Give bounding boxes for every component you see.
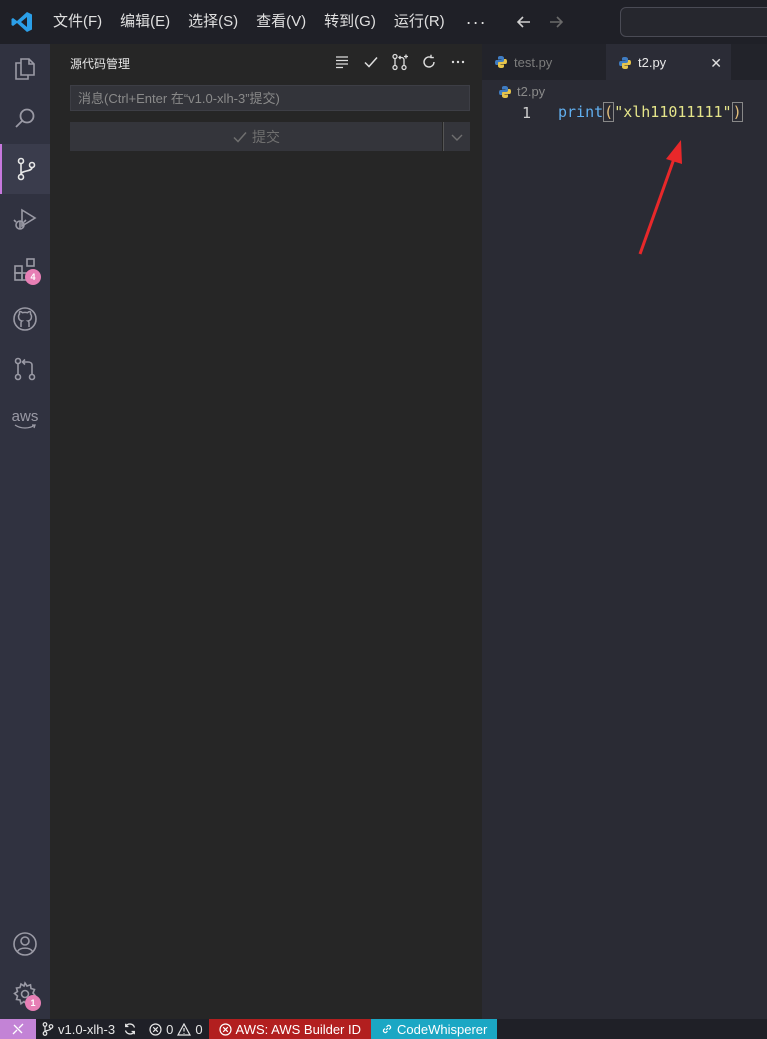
commit-dropdown-button[interactable] [443, 122, 470, 151]
navigation-arrows [515, 13, 565, 31]
extensions-icon[interactable]: 4 [0, 244, 50, 294]
menu-go[interactable]: 转到(G) [315, 0, 385, 44]
tab-test-py[interactable]: test.py [482, 44, 606, 80]
code-editor[interactable]: t2.py 1 print("xlh11011111") [482, 80, 767, 1019]
more-actions-icon[interactable] [448, 52, 468, 72]
error-icon [218, 1022, 232, 1036]
commit-check-icon [232, 129, 248, 145]
explorer-icon[interactable] [0, 44, 50, 94]
editor-tabs: test.py t2.py ✕ [482, 44, 767, 80]
view-as-list-icon[interactable] [332, 52, 352, 72]
error-count: 0 [166, 1021, 174, 1037]
create-pull-request-icon[interactable] [390, 52, 410, 72]
branch-indicator[interactable]: v1.0-xlh-3 [36, 1019, 143, 1039]
accounts-icon[interactable] [0, 919, 50, 969]
warning-icon [177, 1022, 192, 1036]
source-control-icon[interactable] [0, 144, 50, 194]
commit-button[interactable]: 提交 [70, 122, 443, 151]
forward-arrow-icon[interactable] [547, 13, 565, 31]
menu-bar: 文件(F) 编辑(E) 选择(S) 查看(V) 转到(G) 运行(R) ··· [44, 0, 499, 44]
title-bar: 文件(F) 编辑(E) 选择(S) 查看(V) 转到(G) 运行(R) ··· [0, 0, 767, 44]
codewhisperer-label: CodeWhisperer [397, 1021, 488, 1037]
settings-gear-icon[interactable]: 1 [0, 969, 50, 1019]
activity-bar: 4 aws 1 [0, 44, 50, 1019]
panel-actions [332, 52, 468, 72]
back-arrow-icon[interactable] [515, 13, 533, 31]
command-center-search[interactable] [620, 7, 767, 37]
warning-count: 0 [195, 1021, 203, 1037]
source-control-panel: 源代码管理 提交 [50, 44, 482, 1019]
status-bar: v1.0-xlh-3 0 0 AWS: AWS Builder ID CodeW… [0, 1019, 767, 1039]
run-debug-icon[interactable] [0, 194, 50, 244]
settings-badge: 1 [25, 995, 41, 1011]
aws-label: aws [11, 407, 39, 425]
extensions-badge: 4 [25, 269, 41, 285]
annotation-arrow-icon [638, 140, 682, 255]
menu-run[interactable]: 运行(R) [385, 0, 454, 44]
branch-name: v1.0-xlh-3 [58, 1021, 116, 1037]
error-icon [149, 1022, 162, 1036]
refresh-icon[interactable] [419, 52, 439, 72]
menu-selection[interactable]: 选择(S) [179, 0, 247, 44]
codewhisperer-status[interactable]: CodeWhisperer [371, 1019, 498, 1039]
vscode-logo-icon [0, 0, 44, 44]
remote-indicator[interactable] [0, 1019, 36, 1039]
commit-message-input[interactable] [70, 85, 470, 111]
problems-indicator[interactable]: 0 0 [143, 1019, 208, 1039]
aws-connection-status[interactable]: AWS: AWS Builder ID [208, 1019, 372, 1039]
aws-toolkit-icon[interactable]: aws [0, 394, 50, 444]
menu-view[interactable]: 查看(V) [247, 0, 315, 44]
menu-file[interactable]: 文件(F) [44, 0, 111, 44]
commit-button-label: 提交 [252, 128, 280, 145]
commit-check-icon[interactable] [361, 52, 381, 72]
link-icon [381, 1023, 393, 1035]
python-file-icon [494, 55, 508, 69]
menu-edit[interactable]: 编辑(E) [111, 0, 179, 44]
panel-title: 源代码管理 [70, 57, 131, 71]
close-icon[interactable]: ✕ [710, 55, 722, 72]
chevron-down-icon [450, 130, 464, 144]
pull-requests-icon[interactable] [0, 344, 50, 394]
python-file-icon [618, 56, 632, 70]
remote-icon [11, 1022, 25, 1036]
tab-label: t2.py [638, 55, 667, 70]
git-branch-icon [42, 1022, 54, 1036]
tab-t2-py[interactable]: t2.py ✕ [606, 44, 731, 80]
menu-more-button[interactable]: ··· [454, 12, 499, 33]
aws-status-label: AWS: AWS Builder ID [235, 1021, 362, 1037]
search-icon[interactable] [0, 94, 50, 144]
tab-label: test.py [514, 54, 553, 70]
sync-icon[interactable] [123, 1022, 137, 1036]
github-icon[interactable] [0, 294, 50, 344]
panel-header: 源代码管理 [50, 44, 482, 80]
